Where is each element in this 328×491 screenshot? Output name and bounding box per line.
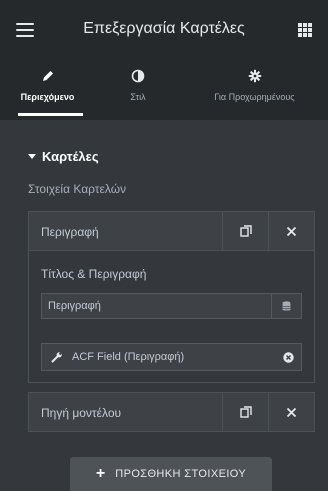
dynamic-tag-label[interactable]: ACF Field (Περιγραφή) (72, 351, 275, 363)
tab-content-label: Περιεχόμενο (20, 92, 75, 102)
tab-advanced-label: Για Προχωρημένους (214, 92, 295, 102)
remove-tag-button[interactable] (275, 351, 301, 363)
gear-icon (248, 69, 261, 83)
duplicate-button[interactable] (222, 393, 268, 431)
repeater-item-body: Τίτλος & Περιγραφή Περιγραφή ACF Field (… (28, 251, 315, 383)
title-input-value[interactable]: Περιγραφή (42, 294, 271, 318)
section-toggle[interactable]: Καρτέλες (28, 149, 99, 164)
add-item-button[interactable]: + ΠΡΟΣΘΗΚΗ ΣΤΟΙΧΕΙΟΥ (70, 457, 272, 491)
dynamic-tags-button[interactable] (271, 294, 301, 318)
items-label: Στοιχεία Καρτελών (28, 182, 127, 196)
caret-down-icon (28, 154, 36, 159)
wrench-icon[interactable] (42, 351, 72, 363)
duplicate-button[interactable] (222, 212, 268, 250)
panel-tabs: Περιεχόμενο Στιλ Για Προχωρημένους (0, 62, 328, 120)
pencil-icon (42, 71, 53, 81)
title-input[interactable]: Περιγραφή (41, 293, 302, 319)
panel-header: Επεξεργασία Καρτέλες (0, 0, 328, 62)
close-icon (286, 226, 297, 236)
repeater-item-title[interactable]: Περιγραφή (29, 212, 222, 250)
close-circle-icon (282, 351, 294, 363)
grid-icon[interactable] (298, 23, 312, 37)
tab-content[interactable]: Περιεχόμενο (0, 62, 95, 120)
section-title: Καρτέλες (42, 149, 99, 164)
repeater-item[interactable]: Πηγή μοντέλου (28, 392, 315, 432)
dynamic-tag[interactable]: ACF Field (Περιγραφή) (41, 343, 302, 371)
tab-style-label: Στιλ (130, 92, 146, 102)
repeater-item[interactable]: Περιγραφή (28, 211, 315, 251)
copy-icon (239, 225, 252, 237)
field-label: Τίτλος & Περιγραφή (41, 267, 147, 281)
tab-advanced[interactable]: Για Προχωρημένους (181, 62, 328, 120)
tab-style[interactable]: Στιλ (95, 62, 181, 120)
copy-icon (239, 406, 252, 418)
repeater-item-title[interactable]: Πηγή μοντέλου (29, 393, 222, 431)
remove-button[interactable] (268, 393, 314, 431)
panel-title: Επεξεργασία Καρτέλες (83, 20, 245, 37)
close-icon (286, 407, 297, 417)
database-icon (282, 300, 291, 311)
plus-icon: + (95, 465, 106, 482)
half-circle-icon (131, 69, 145, 83)
add-item-label: ΠΡΟΣΘΗΚΗ ΣΤΟΙΧΕΙΟΥ (115, 468, 247, 480)
remove-button[interactable] (268, 212, 314, 250)
